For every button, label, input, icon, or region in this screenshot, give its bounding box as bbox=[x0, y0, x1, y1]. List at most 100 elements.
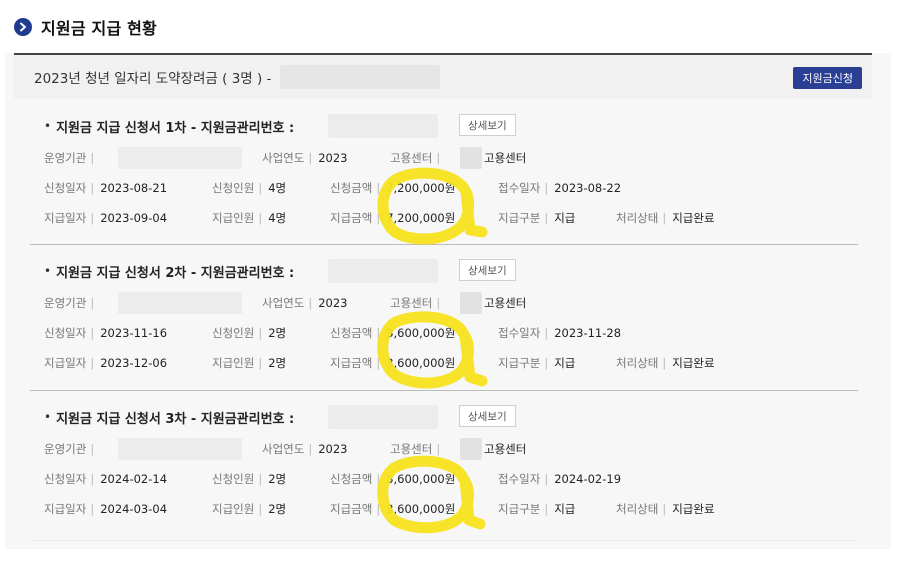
redacted-organization bbox=[118, 292, 242, 314]
info-label: 고용센터 bbox=[390, 442, 433, 456]
info-value: 2023 bbox=[318, 442, 348, 456]
separator: | bbox=[90, 472, 95, 486]
info-cell: 운영기관 | bbox=[44, 148, 100, 168]
separator: | bbox=[544, 211, 549, 225]
separator: | bbox=[376, 211, 381, 225]
info-label: 사업연도 bbox=[262, 442, 305, 456]
info-value: 지급완료 bbox=[672, 211, 715, 225]
info-value: 2명 bbox=[268, 326, 287, 340]
separator: | bbox=[258, 181, 263, 195]
info-label: 지급금액 bbox=[330, 356, 373, 370]
info-cell: 지급인원 | 4명 bbox=[212, 208, 286, 228]
separator: | bbox=[258, 326, 263, 340]
info-label: 처리상태 bbox=[616, 211, 659, 225]
info-cell: 고용센터 | bbox=[390, 148, 446, 168]
separator: | bbox=[436, 296, 441, 310]
info-cell: 접수일자 | 2024-02-19 bbox=[498, 469, 621, 489]
application-title: 지원금 지급 신청서 3차 - 지원금관리번호 : bbox=[56, 411, 295, 427]
info-value: 2023 bbox=[318, 151, 348, 165]
redacted-center-name bbox=[460, 292, 482, 314]
info-value: 2023-11-28 bbox=[554, 326, 622, 340]
detail-view-button[interactable]: 상세보기 bbox=[459, 259, 516, 281]
info-cell: 고용센터 bbox=[484, 439, 526, 459]
redacted-center-name bbox=[460, 438, 482, 460]
info-label: 신청일자 bbox=[44, 181, 87, 195]
separator: | bbox=[436, 442, 441, 456]
info-label: 신청일자 bbox=[44, 326, 87, 340]
divider bbox=[30, 244, 858, 245]
separator: | bbox=[90, 326, 95, 340]
info-cell: 지급금액 | 7,200,000원 bbox=[330, 208, 455, 228]
separator: | bbox=[308, 151, 313, 165]
application-block: • 지원금 지급 신청서 1차 - 지원금관리번호 : 상세보기 운영기관 | 사업연도 |… bbox=[30, 114, 858, 234]
info-label: 운영기관 bbox=[44, 296, 87, 310]
info-cell: 지급구분 | 지급 bbox=[498, 208, 575, 228]
separator: | bbox=[90, 211, 95, 225]
info-row-payment: 지급일자 | 2024-03-04 지급인원 | 2명 지급금액 | 3,600,000원 지급구… bbox=[44, 499, 844, 519]
info-value: 7,200,000원 bbox=[386, 181, 456, 195]
info-cell: 지급금액 | 3,600,000원 bbox=[330, 353, 455, 373]
info-label: 접수일자 bbox=[498, 181, 541, 195]
application-title-row: • 지원금 지급 신청서 2차 - 지원금관리번호 : bbox=[44, 259, 294, 283]
info-label: 지급일자 bbox=[44, 356, 87, 370]
info-cell: 운영기관 | bbox=[44, 293, 100, 313]
info-label: 처리상태 bbox=[616, 356, 659, 370]
redacted-organization bbox=[118, 147, 242, 169]
info-value: 2023 bbox=[318, 296, 348, 310]
info-label: 신청인원 bbox=[212, 472, 255, 486]
info-value: 4명 bbox=[268, 211, 287, 225]
info-label: 사업연도 bbox=[262, 151, 305, 165]
info-cell: 고용센터 bbox=[484, 148, 526, 168]
info-label: 접수일자 bbox=[498, 326, 541, 340]
info-cell: 지급구분 | 지급 bbox=[498, 353, 575, 373]
info-cell: 처리상태 | 지급완료 bbox=[616, 208, 715, 228]
info-value: 7,200,000원 bbox=[386, 211, 456, 225]
info-row-payment: 지급일자 | 2023-12-06 지급인원 | 2명 지급금액 | 3,600,000원 지급구… bbox=[44, 353, 844, 373]
separator: | bbox=[544, 502, 549, 516]
bullet-icon: • bbox=[44, 264, 52, 278]
info-label: 운영기관 bbox=[44, 151, 87, 165]
info-value: 지급 bbox=[554, 211, 576, 225]
redacted-center-name bbox=[460, 147, 482, 169]
info-value: 지급 bbox=[554, 502, 576, 516]
separator: | bbox=[544, 356, 549, 370]
info-cell: 신청금액 | 3,600,000원 bbox=[330, 469, 455, 489]
application-block: • 지원금 지급 신청서 2차 - 지원금관리번호 : 상세보기 운영기관 | 사업연도 |… bbox=[30, 259, 858, 379]
info-label: 지급금액 bbox=[330, 502, 373, 516]
info-cell: 지급인원 | 2명 bbox=[212, 499, 286, 519]
separator: | bbox=[90, 502, 95, 516]
info-value: 지급 bbox=[554, 356, 576, 370]
info-label: 고용센터 bbox=[390, 151, 433, 165]
separator: | bbox=[90, 356, 95, 370]
info-value: 지급완료 bbox=[672, 502, 715, 516]
info-label: 사업연도 bbox=[262, 296, 305, 310]
application-title-row: • 지원금 지급 신청서 3차 - 지원금관리번호 : bbox=[44, 405, 294, 429]
info-value: 4명 bbox=[268, 181, 287, 195]
info-cell: 지급일자 | 2023-09-04 bbox=[44, 208, 167, 228]
program-title: 2023년 청년 일자리 도약장려금 ( 3명 ) - bbox=[34, 71, 272, 87]
separator: | bbox=[258, 356, 263, 370]
separator: | bbox=[544, 472, 549, 486]
application-block: • 지원금 지급 신청서 3차 - 지원금관리번호 : 상세보기 운영기관 | 사업연도 |… bbox=[30, 405, 858, 525]
info-value: 2명 bbox=[268, 472, 287, 486]
apply-subsidy-button[interactable]: 지원금신청 bbox=[793, 67, 862, 89]
info-cell: 고용센터 bbox=[484, 293, 526, 313]
info-label: 지급구분 bbox=[498, 356, 541, 370]
detail-view-button[interactable]: 상세보기 bbox=[459, 405, 516, 427]
application-title: 지원금 지급 신청서 1차 - 지원금관리번호 : bbox=[56, 120, 295, 136]
info-cell: 고용센터 | bbox=[390, 293, 446, 313]
info-value: 3,600,000원 bbox=[386, 472, 456, 486]
info-label: 지급일자 bbox=[44, 502, 87, 516]
detail-view-button[interactable]: 상세보기 bbox=[459, 114, 516, 136]
info-label: 지급구분 bbox=[498, 502, 541, 516]
info-value: 2024-03-04 bbox=[100, 502, 168, 516]
redacted-management-number bbox=[328, 259, 438, 283]
info-value: 2024-02-14 bbox=[100, 472, 168, 486]
separator: | bbox=[376, 502, 381, 516]
info-cell: 지급일자 | 2023-12-06 bbox=[44, 353, 167, 373]
page-heading: 지원금 지급 현황 bbox=[14, 14, 157, 40]
info-cell: 신청인원 | 4명 bbox=[212, 178, 286, 198]
info-row-application: 신청일자 | 2023-11-16 신청인원 | 2명 신청금액 | 3,600,000원 접수일… bbox=[44, 323, 844, 343]
info-value: 3,600,000원 bbox=[386, 326, 456, 340]
info-value: 3,600,000원 bbox=[386, 502, 456, 516]
